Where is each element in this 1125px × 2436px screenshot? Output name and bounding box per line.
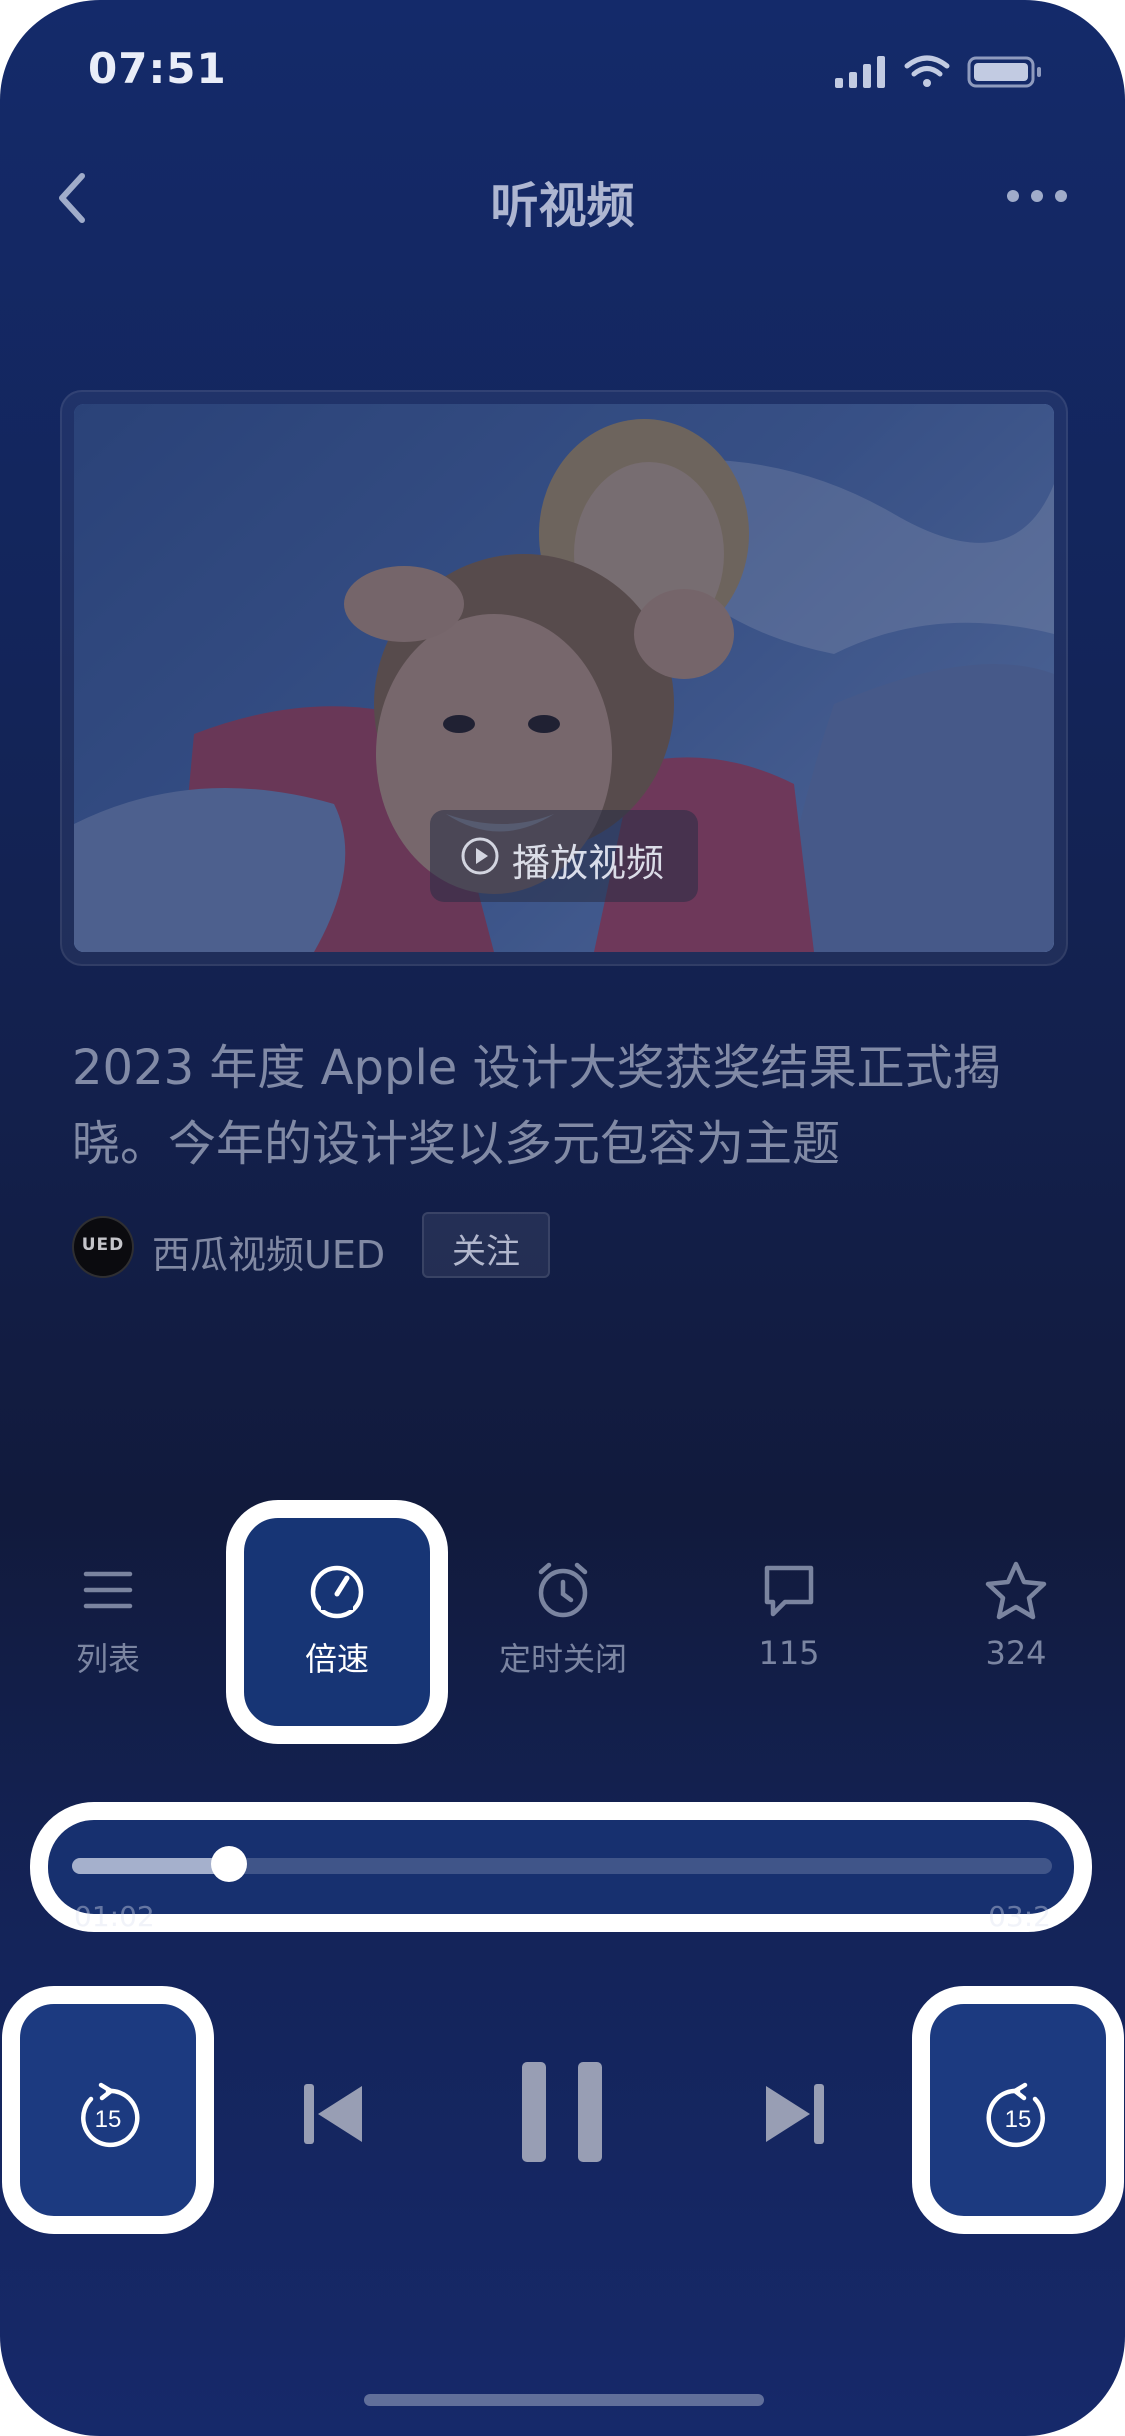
action-list[interactable]: 列表	[28, 1560, 188, 1680]
wifi-icon	[904, 55, 950, 87]
signal-icon	[835, 56, 885, 88]
previous-track-icon[interactable]	[300, 2082, 366, 2146]
rewind-15-icon: 15	[81, 2082, 140, 2148]
elapsed-time: 01:02	[74, 1900, 155, 1933]
pause-icon[interactable]	[520, 2060, 604, 2164]
total-duration: 03:2	[988, 1900, 1051, 1933]
video-title: 2023 年度 Apple 设计大奖获奖结果正式揭晓。今年的设计奖以多元包容为主…	[72, 1040, 1001, 1172]
forward-15-icon: 15	[986, 2082, 1045, 2148]
action-comments[interactable]: 115	[709, 1560, 869, 1672]
follow-button[interactable]: 关注	[422, 1212, 550, 1278]
skip-back-button[interactable]: 15	[2, 1986, 214, 2234]
progress-thumb[interactable]	[210, 1846, 247, 1882]
play-video-button[interactable]: 播放视频	[430, 810, 698, 902]
play-circle-icon	[461, 837, 499, 875]
action-favorite[interactable]: 324	[936, 1560, 1096, 1672]
status-time: 07:51	[88, 44, 227, 93]
phone-screen: 07:51 听视频 播放视频 2023 年度 Apple 设计大奖获奖结果正式揭…	[0, 0, 1125, 2436]
play-video-label: 播放视频	[512, 841, 665, 885]
progress-fill	[72, 1858, 229, 1874]
skip-forward-button[interactable]: 15	[912, 1986, 1124, 2234]
speed-icon	[310, 1565, 364, 1619]
action-label-speed: 倍速	[304, 1640, 369, 1678]
author-row: UED 西瓜视频UED 关注	[72, 1212, 772, 1279]
action-label-timer: 定时关闭	[498, 1640, 627, 1678]
author-avatar[interactable]: UED	[72, 1216, 134, 1278]
author-name[interactable]: 西瓜视频UED	[152, 1224, 385, 1279]
skip-forward-seconds: 15	[1005, 2106, 1032, 2133]
follow-label: 关注	[452, 1232, 520, 1272]
progress-track[interactable]	[72, 1846, 1052, 1882]
star-icon	[985, 1561, 1047, 1620]
status-icons	[835, 55, 1041, 88]
action-label-comments: 115	[758, 1634, 820, 1672]
action-speed[interactable]: 倍速	[257, 1560, 417, 1680]
next-track-icon[interactable]	[762, 2082, 828, 2146]
page-title: 听视频	[490, 178, 635, 234]
home-indicator[interactable]	[364, 2394, 764, 2406]
action-label-list: 列表	[75, 1640, 140, 1678]
comment-icon	[764, 1565, 814, 1617]
alarm-icon	[538, 1562, 588, 1618]
battery-icon	[967, 56, 1041, 88]
skip-back-seconds: 15	[95, 2106, 122, 2133]
list-icon	[83, 1571, 133, 1609]
action-timer[interactable]: 定时关闭	[483, 1560, 643, 1680]
action-label-favorite: 324	[985, 1634, 1047, 1672]
more-icon[interactable]	[1007, 190, 1067, 204]
avatar-logo-text: UED	[81, 1235, 125, 1255]
